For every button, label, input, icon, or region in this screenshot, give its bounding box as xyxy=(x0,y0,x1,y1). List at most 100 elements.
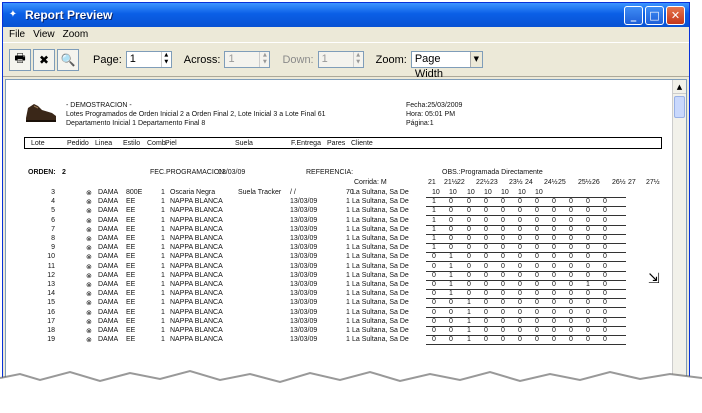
row-qty: 0 xyxy=(501,317,505,325)
row-qty: 0 xyxy=(569,262,573,270)
row-lote: 9 xyxy=(51,244,55,252)
row-qty: 0 xyxy=(484,290,488,298)
row-comb: EE xyxy=(126,271,136,279)
row-qty: 1 xyxy=(586,281,590,288)
row-qty: 0 xyxy=(518,235,522,242)
row-qty: 0 xyxy=(518,317,522,325)
spin-arrows-icon[interactable]: ▲ ▼ xyxy=(352,52,363,67)
row-piel: NAPPA BLANCA xyxy=(170,198,223,206)
page-value[interactable]: 1 xyxy=(127,52,161,67)
row-pares: 1 xyxy=(346,207,350,215)
row-piel: NAPPA BLANCA xyxy=(170,336,223,344)
close-report-icon[interactable]: ✖ xyxy=(33,48,55,71)
row-pares: 1 xyxy=(346,198,350,206)
row-qty: 0 xyxy=(518,244,522,252)
scroll-up-icon[interactable]: ▲ xyxy=(673,80,686,94)
row-num: 1 xyxy=(161,271,165,279)
report-header-right: Fecha:25/03/2009 Hora: 05:01 PM Página:1 xyxy=(406,101,462,128)
row-qty: 0 xyxy=(535,271,539,279)
row-fecha: 13/03/09 xyxy=(290,244,318,252)
torn-edge-decoration xyxy=(0,369,702,413)
row-pares: 1 xyxy=(346,336,350,344)
row-cliente: La Sultana, Sa De xyxy=(352,225,409,233)
row-lote: 4 xyxy=(51,198,55,206)
report-dept: Departamento Inicial 1 Departamento Fina… xyxy=(66,120,206,127)
row-qty: 0 xyxy=(518,198,522,206)
page-spinner[interactable]: 1 ▲ ▼ xyxy=(125,51,172,68)
row-qty: 10 xyxy=(501,189,509,196)
row-qty: 1 xyxy=(432,207,436,215)
row-pares: 1 xyxy=(346,290,350,298)
vertical-scrollbar[interactable]: ▲ xyxy=(672,80,686,394)
app-icon[interactable]: ✦ xyxy=(7,9,19,21)
menu-file[interactable]: File xyxy=(9,29,25,40)
zoom-value[interactable]: Page Width xyxy=(412,52,470,80)
magnify-icon[interactable]: 🔍 xyxy=(57,48,79,71)
row-lote: 17 xyxy=(47,317,55,325)
table-row: 10 ⊗ DAMA EE 1 NAPPA BLANCA 13/03/09 1 La Sultan… xyxy=(6,253,672,263)
col-suela: Suela xyxy=(235,140,253,147)
chevron-down-icon[interactable]: ▼ xyxy=(469,52,482,67)
row-piel: NAPPA BLANCA xyxy=(170,281,223,288)
row-comb: EE xyxy=(126,290,136,298)
row-comb: EE xyxy=(126,336,136,344)
row-cliente: La Sultana, Sa De xyxy=(352,235,409,242)
title-bar[interactable]: ✦ Report Preview _ □ ✕ xyxy=(3,3,689,27)
row-qty: 1 xyxy=(432,235,436,242)
row-qty: 1 xyxy=(449,281,453,288)
row-qty: 0 xyxy=(552,271,556,279)
minimize-button[interactable]: _ xyxy=(624,6,643,25)
row-fecha: 13/03/09 xyxy=(290,317,318,325)
across-spinner[interactable]: 1 ▲ ▼ xyxy=(224,51,271,68)
row-qty: 0 xyxy=(484,253,488,261)
row-qty: 0 xyxy=(449,235,453,242)
row-qty: 0 xyxy=(467,290,471,298)
maximize-button[interactable]: □ xyxy=(645,6,664,25)
print-icon[interactable]: 🖶 xyxy=(9,48,31,71)
spin-arrows-icon[interactable]: ▲ ▼ xyxy=(160,52,171,67)
row-qty: 0 xyxy=(484,327,488,334)
size-2: 22 xyxy=(457,179,465,186)
zoom-select[interactable]: Page Width ▼ xyxy=(410,51,483,80)
row-cliente: La Sultana, Sa De xyxy=(352,308,409,316)
col-piel: Piel xyxy=(165,140,177,147)
row-qty: 0 xyxy=(484,216,488,224)
row-estilo: DAMA xyxy=(98,235,119,242)
row-qty: 0 xyxy=(467,207,471,215)
row-qty: 0 xyxy=(518,308,522,316)
row-qty: 0 xyxy=(569,225,573,233)
menu-zoom[interactable]: Zoom xyxy=(63,29,89,40)
row-num: 1 xyxy=(161,327,165,334)
row-pares: 1 xyxy=(346,253,350,261)
row-qty: 1 xyxy=(449,290,453,298)
row-comb: EE xyxy=(126,262,136,270)
row-piel: NAPPA BLANCA xyxy=(170,225,223,233)
mouse-cursor-icon: ⇲ xyxy=(648,271,660,287)
row-qty: 0 xyxy=(518,216,522,224)
row-qty: 0 xyxy=(432,271,436,279)
row-qty: 0 xyxy=(552,281,556,288)
row-qty: 0 xyxy=(603,336,607,344)
close-button[interactable]: ✕ xyxy=(666,6,685,25)
row-cliente: La Sultana, Sa De xyxy=(352,317,409,325)
row-qty: 0 xyxy=(586,207,590,215)
table-row: 19 ⊗ DAMA EE 1 NAPPA BLANCA 13/03/09 1 La Sultan… xyxy=(6,336,672,346)
row-num: 1 xyxy=(161,244,165,252)
across-value[interactable]: 1 xyxy=(225,52,259,67)
row-comb: EE xyxy=(126,299,136,307)
size-4: 23 xyxy=(490,179,498,186)
down-value[interactable]: 1 xyxy=(319,52,353,67)
row-icon: ⊗ xyxy=(86,318,92,326)
spin-arrows-icon[interactable]: ▲ ▼ xyxy=(259,52,269,67)
col-cliente: Cliente xyxy=(351,140,373,147)
down-spinner[interactable]: 1 ▲ ▼ xyxy=(317,51,364,68)
menu-view[interactable]: View xyxy=(33,29,55,40)
scroll-thumb[interactable] xyxy=(674,96,685,118)
row-qty: 0 xyxy=(535,216,539,224)
report-page: - DEMOSTRACION - Lotes Programados de Or… xyxy=(6,80,672,394)
row-qty: 0 xyxy=(467,216,471,224)
row-estilo: DAMA xyxy=(98,327,119,334)
row-comb: EE xyxy=(126,235,136,242)
row-lote: 6 xyxy=(51,216,55,224)
row-qty: 1 xyxy=(432,244,436,252)
